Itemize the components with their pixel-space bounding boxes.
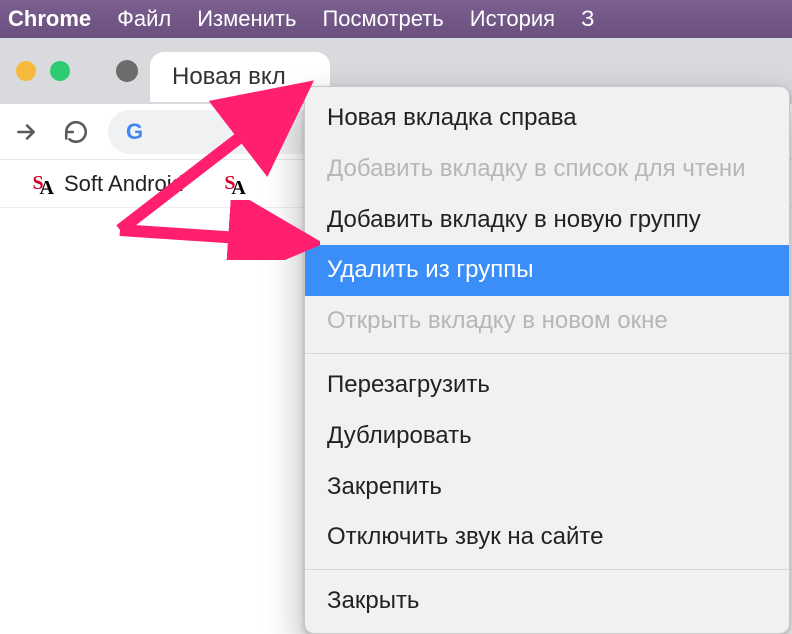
menubar-item-file[interactable]: Файл [117, 6, 171, 32]
tab-group-indicator[interactable] [116, 60, 138, 82]
bookmark-item[interactable]: Soft Android [64, 171, 184, 197]
mac-menubar: Chrome Файл Изменить Посмотреть История … [0, 0, 792, 38]
cm-close[interactable]: Закрыть [305, 576, 789, 627]
google-icon: G [126, 119, 142, 145]
menubar-item-edit[interactable]: Изменить [197, 6, 296, 32]
menubar-app-name[interactable]: Chrome [8, 6, 91, 32]
bookmark-favicon: S [218, 172, 242, 196]
zoom-button[interactable] [50, 61, 70, 81]
tab-context-menu: Новая вкладка справа Добавить вкладку в … [304, 86, 790, 634]
cm-mute-site[interactable]: Отключить звук на сайте [305, 512, 789, 563]
cm-reload[interactable]: Перезагрузить [305, 360, 789, 411]
cm-new-tab-right[interactable]: Новая вкладка справа [305, 93, 789, 144]
cm-add-to-new-group[interactable]: Добавить вкладку в новую группу [305, 195, 789, 246]
menubar-item-cut[interactable]: З [581, 6, 594, 32]
forward-button[interactable] [8, 114, 44, 150]
menu-separator [305, 569, 789, 570]
menubar-item-view[interactable]: Посмотреть [322, 6, 443, 32]
minimize-button[interactable] [16, 61, 36, 81]
browser-tab[interactable]: Новая вкл [150, 52, 330, 102]
window-controls [4, 61, 86, 81]
cm-remove-from-group[interactable]: Удалить из группы [305, 245, 789, 296]
cm-pin[interactable]: Закрепить [305, 462, 789, 513]
annotation-arrow-icon [110, 200, 320, 260]
cm-add-reading-list: Добавить вкладку в список для чтени [305, 144, 789, 195]
cm-open-new-window: Открыть вкладку в новом окне [305, 296, 789, 347]
menubar-item-history[interactable]: История [470, 6, 555, 32]
cm-duplicate[interactable]: Дублировать [305, 411, 789, 462]
bookmark-favicon: S [26, 172, 50, 196]
tab-title: Новая вкл [172, 63, 286, 91]
reload-button[interactable] [58, 114, 94, 150]
menu-separator [305, 353, 789, 354]
